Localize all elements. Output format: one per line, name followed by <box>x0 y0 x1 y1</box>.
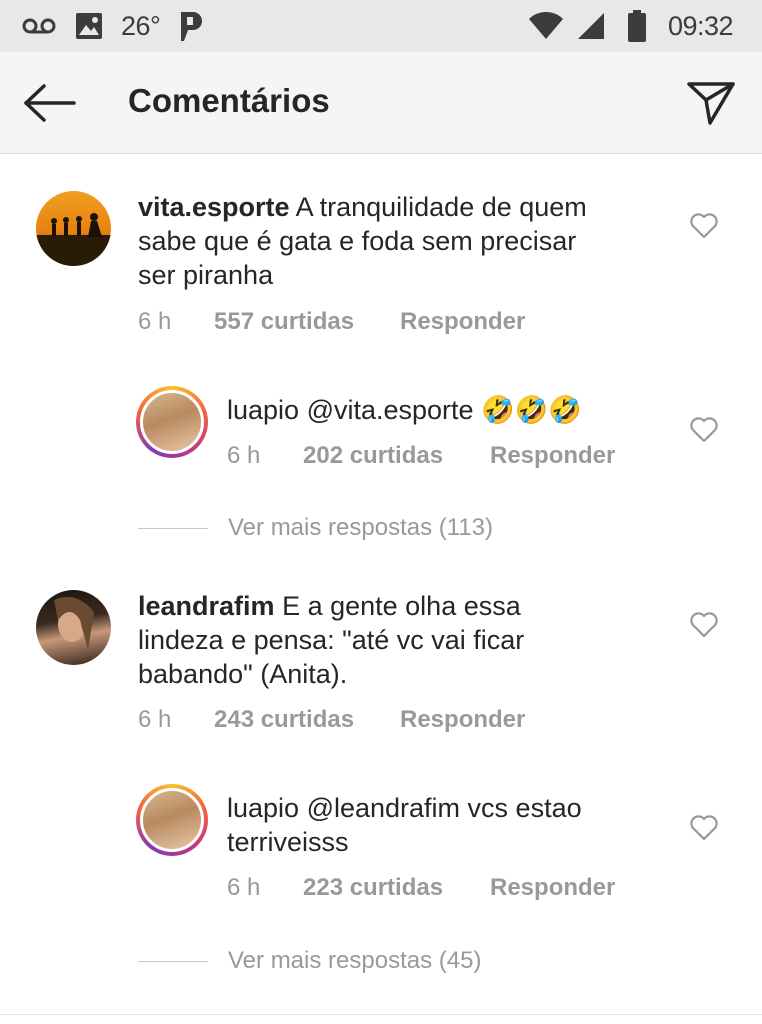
comment-meta: 6 h 243 curtidas Responder <box>138 706 525 734</box>
like-heart-icon[interactable] <box>689 212 719 240</box>
comment-username[interactable]: vita.esporte <box>138 192 290 222</box>
comment-text: terriveisss <box>227 827 349 857</box>
reply-button[interactable]: Responder <box>400 706 525 734</box>
signal-icon <box>577 0 605 52</box>
comment-body: leandrafim E a gente olha essa lindeza e… <box>138 589 524 691</box>
divider-line <box>138 527 208 529</box>
clock: 09:32 <box>668 10 734 41</box>
battery-icon <box>628 0 646 52</box>
avatar-photo <box>140 788 204 852</box>
comment-username[interactable]: luapio <box>227 395 299 425</box>
view-more-replies[interactable]: Ver mais respostas (45) <box>138 941 481 981</box>
reply-button[interactable]: Responder <box>490 874 615 902</box>
likes-count[interactable]: 243 curtidas <box>214 706 400 734</box>
likes-count[interactable]: 557 curtidas <box>214 308 400 336</box>
app-bar: Comentários <box>0 52 762 154</box>
page-title: Comentários <box>128 82 330 119</box>
reply-button[interactable]: Responder <box>400 308 525 336</box>
wifi-icon <box>528 0 564 52</box>
comment-text: E a gente olha essa <box>282 591 521 621</box>
comment-text: @vita.esporte 🤣🤣🤣 <box>306 395 582 425</box>
comment-username[interactable]: leandrafim <box>138 591 275 621</box>
comment-text: A tranquilidade de quem <box>295 192 587 222</box>
image-icon <box>75 0 103 52</box>
comment-body: luapio @leandrafim vcs estao terriveisss <box>227 791 582 859</box>
comment-text: lindeza e pensa: "até vc vai ficar <box>138 625 525 655</box>
like-heart-icon[interactable] <box>689 416 719 444</box>
reply-button[interactable]: Responder <box>490 442 615 470</box>
comment-body: vita.esporte A tranquilidade de quem sab… <box>138 190 587 292</box>
pinterest-icon <box>176 0 204 52</box>
divider-line <box>138 960 208 962</box>
view-more-replies-label: Ver mais respostas (45) <box>228 947 482 974</box>
voicemail-icon <box>22 0 56 52</box>
avatar[interactable] <box>136 386 208 458</box>
comment-text: sabe que é gata e foda sem precisar <box>138 226 577 256</box>
avatar[interactable] <box>36 590 111 665</box>
share-button[interactable] <box>682 76 740 130</box>
comment-meta: 6 h 223 curtidas Responder <box>227 874 615 902</box>
avatar-photo <box>54 596 94 650</box>
comment-body: luapio @vita.esporte 🤣🤣🤣 <box>227 393 582 427</box>
back-button[interactable] <box>20 78 78 128</box>
comment-time: 6 h <box>227 442 261 469</box>
send-icon <box>687 82 735 125</box>
comment-text: ser piranha <box>138 260 274 290</box>
comment-text: babando" (Anita). <box>138 659 348 689</box>
comment-username[interactable]: luapio <box>227 793 299 823</box>
comment-time: 6 h <box>138 308 172 335</box>
avatar[interactable] <box>136 784 208 856</box>
bottom-divider <box>0 1014 762 1015</box>
likes-count[interactable]: 223 curtidas <box>303 874 490 902</box>
temperature: 26° <box>121 10 161 41</box>
view-more-replies-label: Ver mais respostas (113) <box>228 514 493 541</box>
comment-time: 6 h <box>227 874 261 901</box>
like-heart-icon[interactable] <box>689 814 719 842</box>
comment-meta: 6 h 557 curtidas Responder <box>138 308 525 336</box>
likes-count[interactable]: 202 curtidas <box>303 442 490 470</box>
avatar[interactable] <box>36 191 111 266</box>
comment-meta: 6 h 202 curtidas Responder <box>227 442 615 470</box>
view-more-replies[interactable]: Ver mais respostas (113) <box>138 508 493 548</box>
status-bar: 26° 09:32 <box>0 0 762 52</box>
like-heart-icon[interactable] <box>689 611 719 639</box>
comment-text: @leandrafim vcs estao <box>306 793 582 823</box>
avatar-photo <box>140 390 204 454</box>
runners-image <box>36 213 111 266</box>
comment-time: 6 h <box>138 706 172 733</box>
back-arrow-icon <box>24 84 76 122</box>
